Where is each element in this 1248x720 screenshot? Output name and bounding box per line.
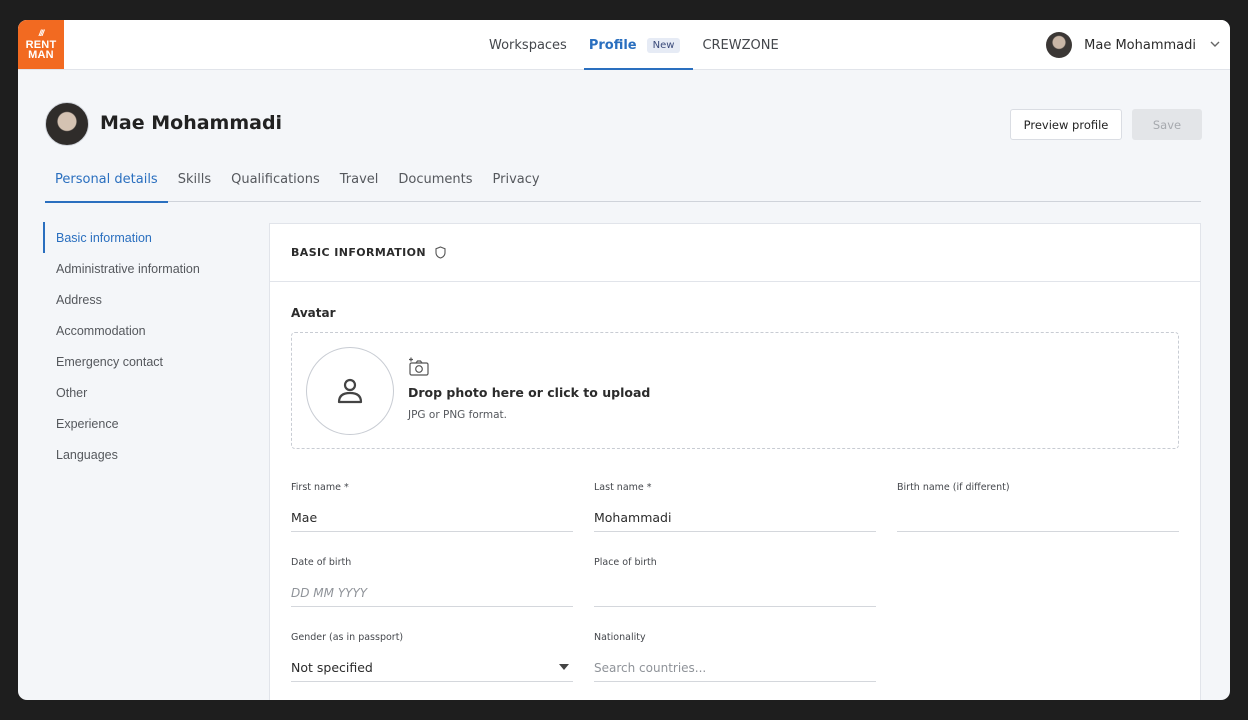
caret-down-icon bbox=[559, 662, 573, 673]
date-of-birth-input[interactable]: DD MM YYYY bbox=[291, 579, 573, 607]
preview-profile-button[interactable]: Preview profile bbox=[1010, 109, 1122, 140]
sidebar-item-administrative-information[interactable]: Administrative information bbox=[43, 253, 263, 284]
nav-profile-label: Profile bbox=[588, 37, 637, 53]
top-navigation-bar: /// RENT MAN Workspaces Profile New CREW… bbox=[18, 20, 1230, 70]
date-of-birth-field: Date of birth DD MM YYYY bbox=[291, 557, 573, 607]
card-title: BASIC INFORMATION bbox=[291, 246, 427, 259]
add-photo-icon bbox=[409, 357, 429, 376]
nationality-label: Nationality bbox=[594, 632, 646, 643]
rentman-logo[interactable]: /// RENT MAN bbox=[18, 20, 64, 69]
tab-qualifications[interactable]: Qualifications bbox=[221, 165, 330, 202]
last-name-field: Last name * Mohammadi bbox=[594, 482, 876, 532]
sidebar-item-address[interactable]: Address bbox=[43, 284, 263, 315]
dropzone-title: Drop photo here or click to upload bbox=[408, 385, 651, 400]
gender-select[interactable]: Not specified bbox=[291, 654, 573, 682]
user-name: Mae Mohammadi bbox=[1084, 37, 1196, 53]
tab-travel[interactable]: Travel bbox=[330, 165, 389, 202]
place-of-birth-input[interactable] bbox=[594, 579, 876, 607]
first-name-field: First name * Mae bbox=[291, 482, 573, 532]
nationality-input[interactable]: Search countries... bbox=[594, 654, 876, 682]
place-of-birth-field: Place of birth bbox=[594, 557, 876, 607]
nav-crewzone[interactable]: CREWZONE bbox=[691, 20, 789, 70]
tab-personal-details[interactable]: Personal details bbox=[45, 165, 168, 203]
profile-avatar bbox=[45, 102, 89, 146]
sidebar-item-other[interactable]: Other bbox=[43, 377, 263, 408]
save-button[interactable]: Save bbox=[1132, 109, 1202, 140]
dropzone-hint: JPG or PNG format. bbox=[408, 409, 508, 421]
basic-information-card: BASIC INFORMATION Avatar Drop photo here… bbox=[269, 223, 1201, 700]
sidebar-item-experience[interactable]: Experience bbox=[43, 408, 263, 439]
avatar-dropzone[interactable]: Drop photo here or click to upload JPG o… bbox=[291, 332, 1179, 449]
chevron-down-icon bbox=[1210, 39, 1220, 51]
last-name-label: Last name * bbox=[594, 482, 652, 493]
birth-name-input[interactable] bbox=[897, 504, 1179, 532]
avatar-section-label: Avatar bbox=[291, 306, 336, 320]
birth-name-field: Birth name (if different) bbox=[897, 482, 1179, 532]
user-menu[interactable]: Mae Mohammadi bbox=[1046, 20, 1220, 70]
first-name-label: First name * bbox=[291, 482, 349, 493]
tab-skills[interactable]: Skills bbox=[168, 165, 221, 202]
date-of-birth-label: Date of birth bbox=[291, 557, 352, 568]
profile-tabs: Personal details Skills Qualifications T… bbox=[45, 165, 1201, 203]
nav-workspaces-label: Workspaces bbox=[489, 37, 567, 53]
main-nav: Workspaces Profile New CREWZONE bbox=[478, 20, 790, 70]
sidebar-item-basic-information[interactable]: Basic information bbox=[43, 222, 263, 253]
first-name-input[interactable]: Mae bbox=[291, 504, 573, 532]
logo-text-line2: MAN bbox=[28, 49, 54, 61]
nav-profile[interactable]: Profile New bbox=[578, 20, 694, 70]
user-avatar bbox=[1046, 32, 1073, 58]
nationality-field: Nationality Search countries... bbox=[594, 632, 876, 682]
nav-workspaces[interactable]: Workspaces bbox=[478, 20, 578, 70]
gender-label: Gender (as in passport) bbox=[291, 632, 404, 643]
section-sidebar: Basic information Administrative informa… bbox=[43, 222, 263, 470]
last-name-input[interactable]: Mohammadi bbox=[594, 504, 876, 532]
nav-crewzone-label: CREWZONE bbox=[702, 37, 779, 53]
shield-icon bbox=[435, 246, 446, 259]
sidebar-item-accommodation[interactable]: Accommodation bbox=[43, 315, 263, 346]
avatar-placeholder bbox=[306, 347, 394, 435]
logo-mark: /// bbox=[38, 28, 44, 38]
sidebar-item-languages[interactable]: Languages bbox=[43, 439, 263, 470]
tab-privacy[interactable]: Privacy bbox=[483, 165, 550, 202]
gender-field: Gender (as in passport) Not specified bbox=[291, 632, 573, 682]
sidebar-item-emergency-contact[interactable]: Emergency contact bbox=[43, 346, 263, 377]
app-window: /// RENT MAN Workspaces Profile New CREW… bbox=[18, 20, 1230, 700]
user-icon bbox=[337, 378, 363, 404]
new-badge: New bbox=[646, 37, 681, 53]
place-of-birth-label: Place of birth bbox=[594, 557, 657, 568]
tab-documents[interactable]: Documents bbox=[388, 165, 482, 202]
page-title: Mae Mohammadi bbox=[100, 112, 283, 134]
birth-name-label: Birth name (if different) bbox=[897, 482, 1010, 493]
gender-select-value: Not specified bbox=[291, 660, 373, 675]
card-header: BASIC INFORMATION bbox=[270, 224, 1200, 282]
